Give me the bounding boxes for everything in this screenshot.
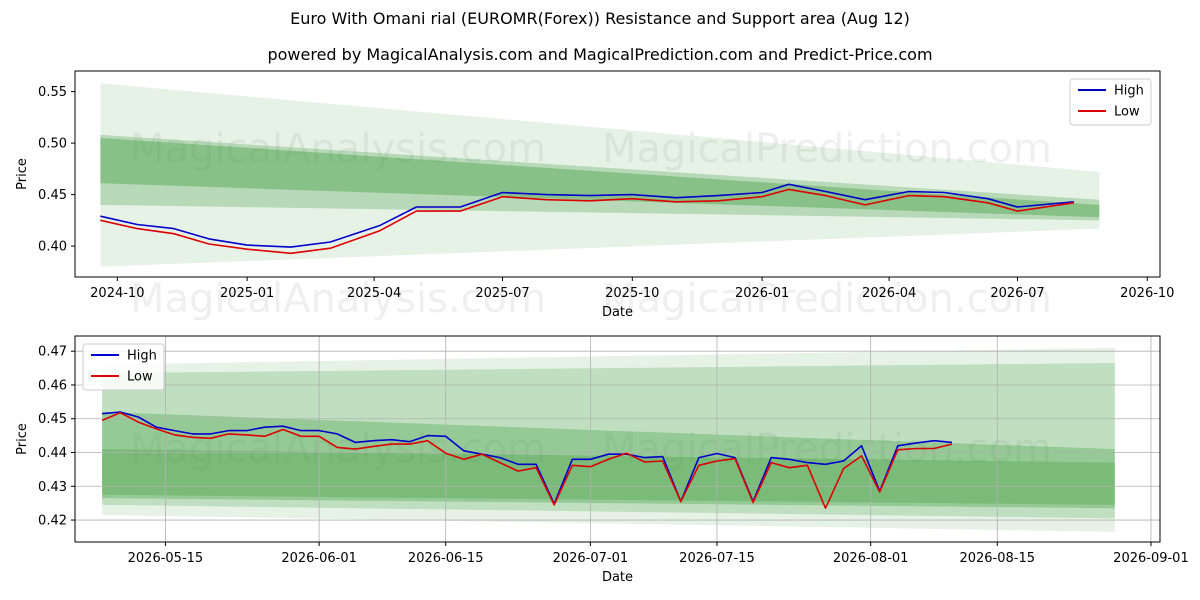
watermark-prediction-lower: MagicalPrediction.com <box>602 276 1052 322</box>
x-tick-label: 2026-07-15 <box>679 551 755 566</box>
y-tick-label: 0.47 <box>38 345 67 360</box>
x-tick-label: 2026-08-01 <box>833 551 909 566</box>
y-axis-label: Price <box>15 158 30 190</box>
y-tick-label: 0.55 <box>38 85 67 100</box>
y-tick-label: 0.40 <box>38 240 67 255</box>
bottom-chart-panel: MagicalAnalysis.com MagicalPrediction.co… <box>15 276 1189 585</box>
y-tick-label: 0.50 <box>38 137 67 152</box>
y-tick-label: 0.45 <box>38 412 67 427</box>
x-tick-label: 2026-10 <box>1120 286 1174 301</box>
legend-high-label: High <box>1114 84 1144 99</box>
x-tick-label: 2026-08-15 <box>959 551 1035 566</box>
x-tick-label: 2026-06-15 <box>408 551 484 566</box>
legend-high-label: High <box>127 349 157 364</box>
charts-canvas: MagicalAnalysis.com MagicalPrediction.co… <box>15 70 1189 585</box>
y-tick-label: 0.46 <box>38 378 67 393</box>
x-tick-label: 2026-07-01 <box>553 551 629 566</box>
x-tick-label: 2026-06-01 <box>281 551 357 566</box>
legend-low-label: Low <box>127 370 153 385</box>
legend-low-label: Low <box>1114 105 1140 120</box>
legend: High Low <box>1069 78 1152 126</box>
x-tick-label: 2026-05-15 <box>128 551 204 566</box>
x-axis-label: Date <box>602 570 633 585</box>
y-axis-label: Price <box>15 423 30 455</box>
y-tick-label: 0.42 <box>38 514 67 529</box>
y-tick-label: 0.45 <box>38 188 67 203</box>
x-tick-label: 2026-09-01 <box>1113 551 1189 566</box>
y-tick-label: 0.43 <box>38 480 67 495</box>
legend: High Low <box>82 343 165 391</box>
y-tick-label: 0.44 <box>38 446 67 461</box>
watermark-analysis-lower: MagicalAnalysis.com <box>130 276 546 322</box>
